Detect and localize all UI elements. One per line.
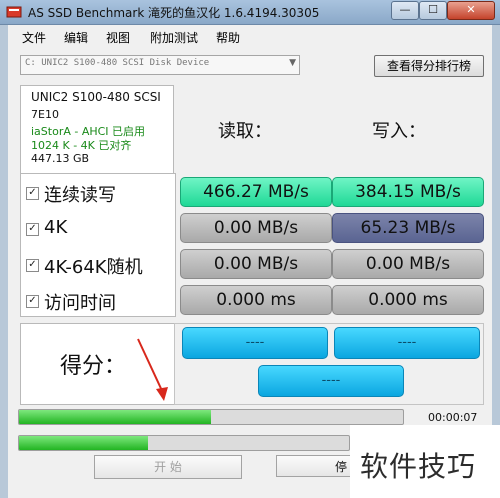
drive-alignment-status: 1024 K - 4K 已对齐 (31, 139, 132, 152)
progress-bar-2 (18, 435, 350, 451)
chevron-down-icon: ▼ (289, 58, 296, 68)
progress-fill-2 (19, 436, 148, 450)
device-select-value: C: UNIC2 S100-480 SCSI Disk Device (25, 58, 210, 68)
title-bar: AS SSD Benchmark 滝死的鱼汉化 1.6.4194.30305 —… (0, 0, 500, 25)
4k-checkbox[interactable]: ✓ (26, 223, 39, 236)
watermark-text: 软件技巧 (360, 450, 477, 483)
4k64-read-value: 0.00 MB/s (180, 249, 332, 279)
menu-extra-tests[interactable]: 附加测试 (150, 29, 198, 46)
device-select[interactable]: C: UNIC2 S100-480 SCSI Disk Device ▼ (20, 55, 300, 75)
header-area: 读取： 写入： (174, 85, 482, 173)
progress-fill-1 (19, 410, 211, 424)
4k-read-value: 0.00 MB/s (180, 213, 332, 243)
app-window: AS SSD Benchmark 滝死的鱼汉化 1.6.4194.30305 —… (0, 0, 500, 498)
drive-model: UNIC2 S100-480 SCSI (31, 90, 161, 104)
minimize-button[interactable]: — (391, 1, 419, 20)
drive-capacity: 447.13 GB (31, 152, 90, 165)
maximize-button[interactable]: ☐ (419, 1, 447, 20)
read-header: 读取： (218, 121, 272, 142)
score-ranking-button[interactable]: 查看得分排行榜 (374, 55, 484, 77)
elapsed-time: 00:00:07 (428, 411, 478, 424)
menu-file[interactable]: 文件 (22, 29, 46, 46)
write-header: 写入： (372, 121, 426, 142)
row-label-4k64: 4K-64K随机 (44, 257, 143, 278)
progress-bar-1 (18, 409, 404, 425)
drive-info-panel: UNIC2 S100-480 SCSI 7E10 iaStorA - AHCI … (20, 85, 174, 175)
access-read-value: 0.000 ms (180, 285, 332, 315)
menu-view[interactable]: 视图 (106, 29, 130, 46)
close-button[interactable]: ✕ (447, 1, 495, 20)
seq-write-value: 384.15 MB/s (332, 177, 484, 207)
window-title: AS SSD Benchmark 滝死的鱼汉化 1.6.4194.30305 (28, 6, 320, 20)
4k64-checkbox[interactable]: ✓ (26, 259, 39, 272)
menu-help[interactable]: 帮助 (216, 29, 240, 46)
access-time-checkbox[interactable]: ✓ (26, 295, 39, 308)
total-score: ---- (258, 365, 404, 397)
4k64-write-value: 0.00 MB/s (332, 249, 484, 279)
start-button[interactable]: 开 始 (94, 455, 242, 479)
score-label: 得分： (60, 354, 127, 379)
seq-checkbox[interactable]: ✓ (26, 187, 39, 200)
row-label-seq: 连续读写 (44, 185, 116, 206)
menu-bar: 文件 编辑 视图 附加测试 帮助 (8, 25, 492, 47)
row-label-4k: 4K (44, 217, 68, 238)
arrow-annotation (137, 338, 168, 401)
write-score: ---- (334, 327, 480, 359)
row-label-access-time: 访问时间 (44, 293, 116, 314)
menu-edit[interactable]: 编辑 (64, 29, 88, 46)
read-score: ---- (182, 327, 328, 359)
app-icon (6, 6, 22, 18)
watermark-area: 软件技巧 (350, 425, 500, 498)
access-write-value: 0.000 ms (332, 285, 484, 315)
drive-firmware: 7E10 (31, 108, 59, 121)
seq-read-value: 466.27 MB/s (180, 177, 332, 207)
4k-write-value: 65.23 MB/s (332, 213, 484, 243)
